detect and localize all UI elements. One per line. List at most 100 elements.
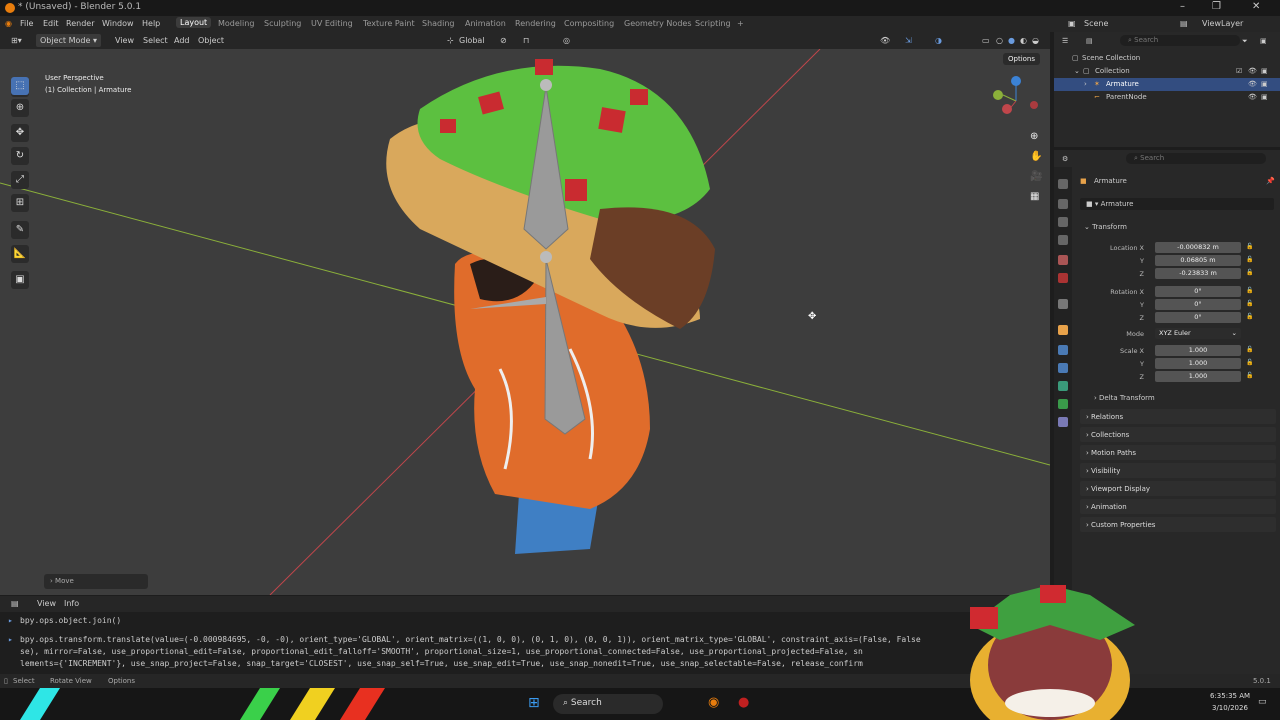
- notification-icon[interactable]: ▭: [1258, 697, 1267, 707]
- panel-motion-paths[interactable]: › Motion Paths: [1080, 445, 1276, 460]
- camera-render-icon[interactable]: ▣: [1261, 93, 1268, 101]
- gizmo-icon[interactable]: ⇲: [905, 36, 912, 45]
- add-cube-tool-icon[interactable]: ▣: [11, 271, 29, 289]
- render-tab-icon[interactable]: [1058, 199, 1068, 209]
- last-operator-panel[interactable]: › Move: [44, 574, 148, 589]
- scale-z-field[interactable]: 1.000: [1155, 371, 1241, 382]
- panel-animation[interactable]: › Animation: [1080, 499, 1276, 514]
- lock-icon[interactable]: 🔓: [1246, 372, 1253, 379]
- windows-start-icon[interactable]: ⊞: [528, 695, 540, 711]
- display-mode-icon[interactable]: ▤: [1086, 37, 1093, 45]
- maximize-button[interactable]: ❐: [1212, 1, 1221, 12]
- measure-tool-icon[interactable]: 📐: [11, 245, 29, 263]
- info-menu-view[interactable]: View: [37, 599, 56, 608]
- menu-edit[interactable]: Edit: [43, 19, 59, 28]
- transform-tool-icon[interactable]: ⊞: [11, 194, 29, 212]
- expand-icon[interactable]: ⌄: [1074, 67, 1080, 75]
- properties-editor-icon[interactable]: ⚙: [1062, 155, 1068, 163]
- expand-icon[interactable]: ›: [1084, 80, 1087, 88]
- info-log[interactable]: ▸ bpy.ops.object.join() ▸ bpy.ops.transf…: [0, 612, 1050, 674]
- annotate-tool-icon[interactable]: ✎: [11, 221, 29, 239]
- shading-wire-icon[interactable]: ○: [996, 36, 1003, 45]
- outliner-row-collection[interactable]: ⌄ ▢ Collection ☑ 👁 ▣: [1054, 65, 1280, 78]
- menu-window[interactable]: Window: [102, 19, 134, 28]
- scene-selector[interactable]: Scene: [1084, 19, 1108, 28]
- rotation-z-field[interactable]: 0°: [1155, 312, 1241, 323]
- minimize-button[interactable]: –: [1180, 1, 1185, 12]
- properties-search-input[interactable]: ⌕ Search: [1126, 153, 1266, 164]
- eye-icon[interactable]: 👁: [1248, 80, 1257, 88]
- scale-x-field[interactable]: 1.000: [1155, 345, 1241, 356]
- camera-render-icon[interactable]: ▣: [1261, 80, 1268, 88]
- transform-panel-header[interactable]: ⌄ Transform: [1084, 223, 1127, 231]
- data-tab-icon[interactable]: [1058, 399, 1068, 409]
- blender-menu-icon[interactable]: ◉: [5, 19, 12, 28]
- lock-icon[interactable]: 🔓: [1246, 300, 1253, 307]
- panel-viewport-display[interactable]: › Viewport Display: [1080, 481, 1276, 496]
- pin-icon[interactable]: 📌: [1266, 177, 1275, 185]
- menu-help[interactable]: Help: [142, 19, 160, 28]
- menu-add[interactable]: Add: [174, 36, 190, 45]
- tab-rendering[interactable]: Rendering: [515, 19, 556, 28]
- taskbar-search-box[interactable]: ⌕ Search: [553, 694, 663, 714]
- editor-type-icon[interactable]: ⊞▾: [11, 36, 22, 45]
- eye-icon[interactable]: 👁: [1248, 93, 1257, 101]
- shading-rendered-icon[interactable]: ◒: [1032, 36, 1039, 45]
- info-menu-info[interactable]: Info: [64, 599, 79, 608]
- menu-file[interactable]: File: [20, 19, 33, 28]
- add-workspace-button[interactable]: +: [737, 19, 744, 28]
- grid-view-icon[interactable]: ▦: [1030, 191, 1039, 202]
- shading-material-icon[interactable]: ◐: [1020, 36, 1027, 45]
- tab-texture-paint[interactable]: Texture Paint: [363, 19, 415, 28]
- outliner-row-scene-collection[interactable]: ▢ Scene Collection: [1054, 52, 1280, 65]
- rotation-y-field[interactable]: 0°: [1155, 299, 1241, 310]
- outliner-search-input[interactable]: ⌕ Search: [1120, 35, 1240, 46]
- outliner-editor-icon[interactable]: ☰: [1062, 37, 1068, 45]
- orientation-dropdown[interactable]: Global: [459, 36, 485, 45]
- panel-custom-properties[interactable]: › Custom Properties: [1080, 517, 1276, 532]
- bone-tab-icon[interactable]: [1058, 417, 1068, 427]
- checkbox-icon[interactable]: ☑: [1236, 67, 1242, 75]
- lock-icon[interactable]: 🔓: [1246, 359, 1253, 366]
- proportional-edit-icon[interactable]: ◎: [563, 36, 570, 45]
- rotation-mode-dropdown[interactable]: XYZ Euler ⌄: [1155, 328, 1241, 339]
- view-layer-selector[interactable]: ViewLayer: [1202, 19, 1243, 28]
- constraints-tab-icon[interactable]: [1058, 381, 1068, 391]
- lock-icon[interactable]: 🔓: [1246, 287, 1253, 294]
- tab-sculpting[interactable]: Sculpting: [264, 19, 301, 28]
- scale-tool-icon[interactable]: ⤢: [11, 171, 29, 189]
- tab-compositing[interactable]: Compositing: [564, 19, 614, 28]
- tab-animation[interactable]: Animation: [465, 19, 506, 28]
- tool-tab-icon[interactable]: [1058, 179, 1068, 189]
- tab-modeling[interactable]: Modeling: [218, 19, 254, 28]
- zoom-icon[interactable]: ⊕: [1030, 131, 1038, 142]
- close-button[interactable]: ✕: [1252, 1, 1260, 12]
- rotation-x-field[interactable]: 0°: [1155, 286, 1241, 297]
- camera-icon[interactable]: 🎥: [1030, 171, 1042, 182]
- visibility-icon[interactable]: 👁: [880, 36, 890, 45]
- lock-icon[interactable]: 🔓: [1246, 243, 1253, 250]
- scale-y-field[interactable]: 1.000: [1155, 358, 1241, 369]
- tab-scripting[interactable]: Scripting: [695, 19, 731, 28]
- panel-collections[interactable]: › Collections: [1080, 427, 1276, 442]
- outliner-row-parentnode[interactable]: ⌐ ParentNode 👁 ▣: [1054, 91, 1280, 104]
- new-collection-icon[interactable]: ▣: [1260, 37, 1267, 45]
- location-z-field[interactable]: -0.23833 m: [1155, 268, 1241, 279]
- lock-icon[interactable]: 🔓: [1246, 313, 1253, 320]
- overlay-icon[interactable]: ◑: [935, 36, 942, 45]
- move-tool-icon[interactable]: ✥: [11, 124, 29, 142]
- tab-uv-editing[interactable]: UV Editing: [311, 19, 353, 28]
- menu-render[interactable]: Render: [66, 19, 94, 28]
- object-name-field[interactable]: ■ ▾ Armature: [1080, 198, 1274, 210]
- lock-icon[interactable]: 🔓: [1246, 346, 1253, 353]
- info-editor-icon[interactable]: ▤: [11, 599, 19, 608]
- tab-shading[interactable]: Shading: [422, 19, 455, 28]
- xray-icon[interactable]: ▭: [982, 36, 990, 45]
- camera-render-icon[interactable]: ▣: [1261, 67, 1268, 75]
- blender-taskbar-icon[interactable]: ◉: [708, 695, 719, 710]
- pivot-icon[interactable]: ⊘: [500, 36, 507, 45]
- snap-icon[interactable]: ⊓: [523, 36, 529, 45]
- tab-layout[interactable]: Layout: [176, 17, 212, 28]
- menu-select[interactable]: Select: [143, 36, 168, 45]
- cursor-tool-icon[interactable]: ⊕: [11, 99, 29, 117]
